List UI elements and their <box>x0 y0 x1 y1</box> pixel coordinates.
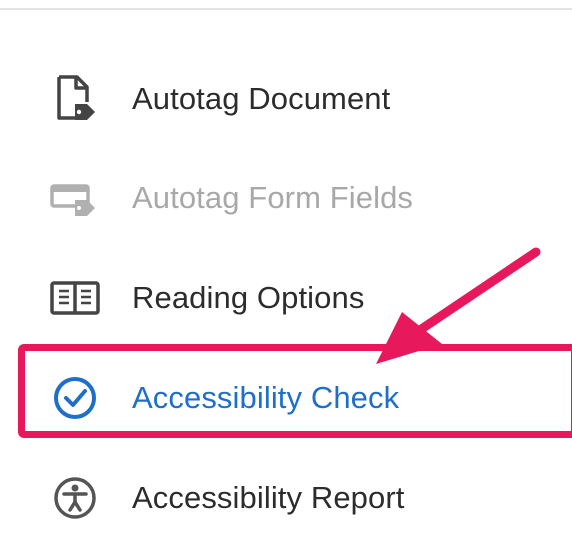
accessibility-person-icon <box>46 469 104 527</box>
open-book-icon <box>46 269 104 327</box>
menu-item-label: Accessibility Report <box>132 480 405 515</box>
accessibility-tools-menu: Autotag Document Autotag Form Fields Rea… <box>0 0 572 539</box>
checkmark-circle-icon <box>46 369 104 427</box>
menu-item-label: Reading Options <box>132 280 365 315</box>
menu-item-label: Accessibility Check <box>132 380 400 415</box>
menu-item-label: Autotag Document <box>132 81 391 116</box>
form-field-tag-icon <box>46 169 104 227</box>
menu-item-reading-options[interactable]: Reading Options <box>0 253 572 343</box>
menu-item-accessibility-check[interactable]: Accessibility Check <box>0 353 572 443</box>
menu-item-label: Autotag Form Fields <box>132 180 414 215</box>
menu-item-autotag-document[interactable]: Autotag Document <box>0 54 572 144</box>
menu-item-autotag-form-fields[interactable]: Autotag Form Fields <box>0 153 572 243</box>
menu-item-accessibility-report[interactable]: Accessibility Report <box>0 453 572 539</box>
document-tag-icon <box>46 70 104 128</box>
